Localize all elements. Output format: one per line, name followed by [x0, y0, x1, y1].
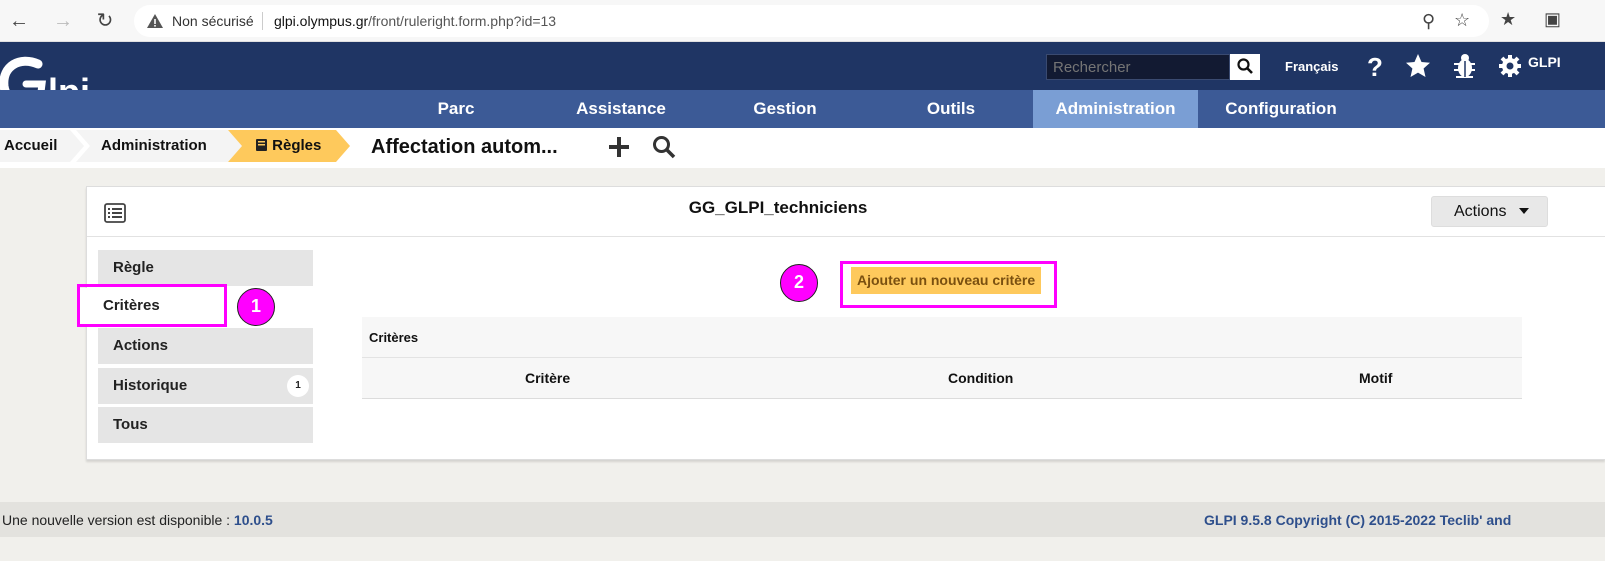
- gear-icon[interactable]: [1498, 54, 1522, 78]
- breadcrumb-rules[interactable]: Règles: [255, 128, 321, 164]
- menu-gestion[interactable]: Gestion: [720, 90, 850, 128]
- rule-panel: GG_GLPI_techniciens Actions Règle Critèr…: [78, 186, 1605, 460]
- breadcrumb-home[interactable]: Accueil: [4, 128, 57, 164]
- url-text: glpi.olympus.gr/front/ruleright.form.php…: [274, 13, 557, 29]
- tab-actions[interactable]: Actions: [98, 328, 313, 364]
- footer: Une nouvelle version est disponible : 10…: [0, 502, 1605, 537]
- help-icon[interactable]: ?: [1360, 52, 1388, 80]
- app-header: lpi Français ? GLPI Parc Assistance: [0, 42, 1605, 128]
- add-icon[interactable]: [606, 134, 632, 160]
- breadcrumb-administration[interactable]: Administration: [101, 128, 207, 164]
- update-notice: Une nouvelle version est disponible : 10…: [2, 512, 273, 528]
- history-count-badge: 1: [287, 375, 309, 397]
- tab-regle[interactable]: Règle: [98, 250, 313, 286]
- user-menu[interactable]: GLPI: [1528, 54, 1561, 70]
- warning-icon: [147, 14, 163, 28]
- zoom-icon[interactable]: ⚲: [1422, 11, 1435, 32]
- update-version-link[interactable]: 10.0.5: [234, 512, 273, 528]
- collections-icon[interactable]: ▣: [1544, 9, 1561, 30]
- copyright-link[interactable]: GLPI 9.5.8 Copyright (C) 2015-2022 Tecli…: [1204, 512, 1511, 528]
- criteria-table: Critères Critère Condition Motif: [362, 317, 1522, 399]
- search-list-icon[interactable]: [651, 134, 677, 160]
- language-selector[interactable]: Français: [1285, 59, 1338, 74]
- highlight-criteres-tab: [77, 284, 227, 327]
- column-condition[interactable]: Condition: [948, 370, 1013, 386]
- step-2-marker: 2: [780, 264, 818, 302]
- favorites-icon[interactable]: ★: [1500, 9, 1516, 30]
- step-1-marker: 1: [237, 288, 275, 326]
- page-title: Affectation autom...: [371, 136, 558, 158]
- highlight-add-criterion: [840, 261, 1057, 308]
- back-icon[interactable]: ←: [6, 8, 32, 34]
- bug-icon[interactable]: [1451, 52, 1479, 80]
- security-label: Non sécurisé: [172, 13, 254, 29]
- menu-parc[interactable]: Parc: [404, 90, 508, 128]
- search-input[interactable]: [1046, 54, 1230, 80]
- panel-header: GG_GLPI_techniciens Actions: [87, 187, 1605, 237]
- menu-configuration[interactable]: Configuration: [1206, 90, 1356, 128]
- criteria-table-title: Critères: [362, 317, 1522, 358]
- menu-outils[interactable]: Outils: [886, 90, 1016, 128]
- svg-text:?: ?: [1367, 52, 1383, 80]
- menu-assistance[interactable]: Assistance: [556, 90, 686, 128]
- tab-tous[interactable]: Tous: [98, 407, 313, 443]
- url-separator: [262, 12, 263, 30]
- actions-button[interactable]: Actions: [1431, 196, 1548, 227]
- reload-icon[interactable]: ↻: [92, 8, 118, 34]
- forward-icon[interactable]: →: [50, 8, 76, 34]
- browser-toolbar: ← → ↻ Non sécurisé glpi.olympus.gr/front…: [0, 0, 1605, 42]
- breadcrumb: Accueil Administration Règles Affectatio…: [0, 128, 1605, 168]
- main-menu: Parc Assistance Gestion Outils Administr…: [0, 90, 1605, 128]
- book-icon: [256, 139, 267, 151]
- favorite-add-icon[interactable]: ☆: [1454, 10, 1470, 31]
- menu-administration[interactable]: Administration: [1033, 90, 1198, 128]
- search-icon: [1237, 57, 1253, 74]
- column-criterion[interactable]: Critère: [525, 370, 570, 386]
- tab-historique[interactable]: Historique 1: [98, 368, 313, 404]
- criteria-table-header: Critère Condition Motif: [362, 358, 1522, 399]
- rule-title: GG_GLPI_techniciens: [688, 198, 868, 217]
- search-button[interactable]: [1230, 54, 1260, 80]
- address-bar[interactable]: Non sécurisé glpi.olympus.gr/front/ruler…: [134, 5, 1489, 37]
- caret-down-icon: [1518, 207, 1529, 214]
- star-icon[interactable]: [1404, 52, 1432, 80]
- column-pattern[interactable]: Motif: [1359, 370, 1392, 386]
